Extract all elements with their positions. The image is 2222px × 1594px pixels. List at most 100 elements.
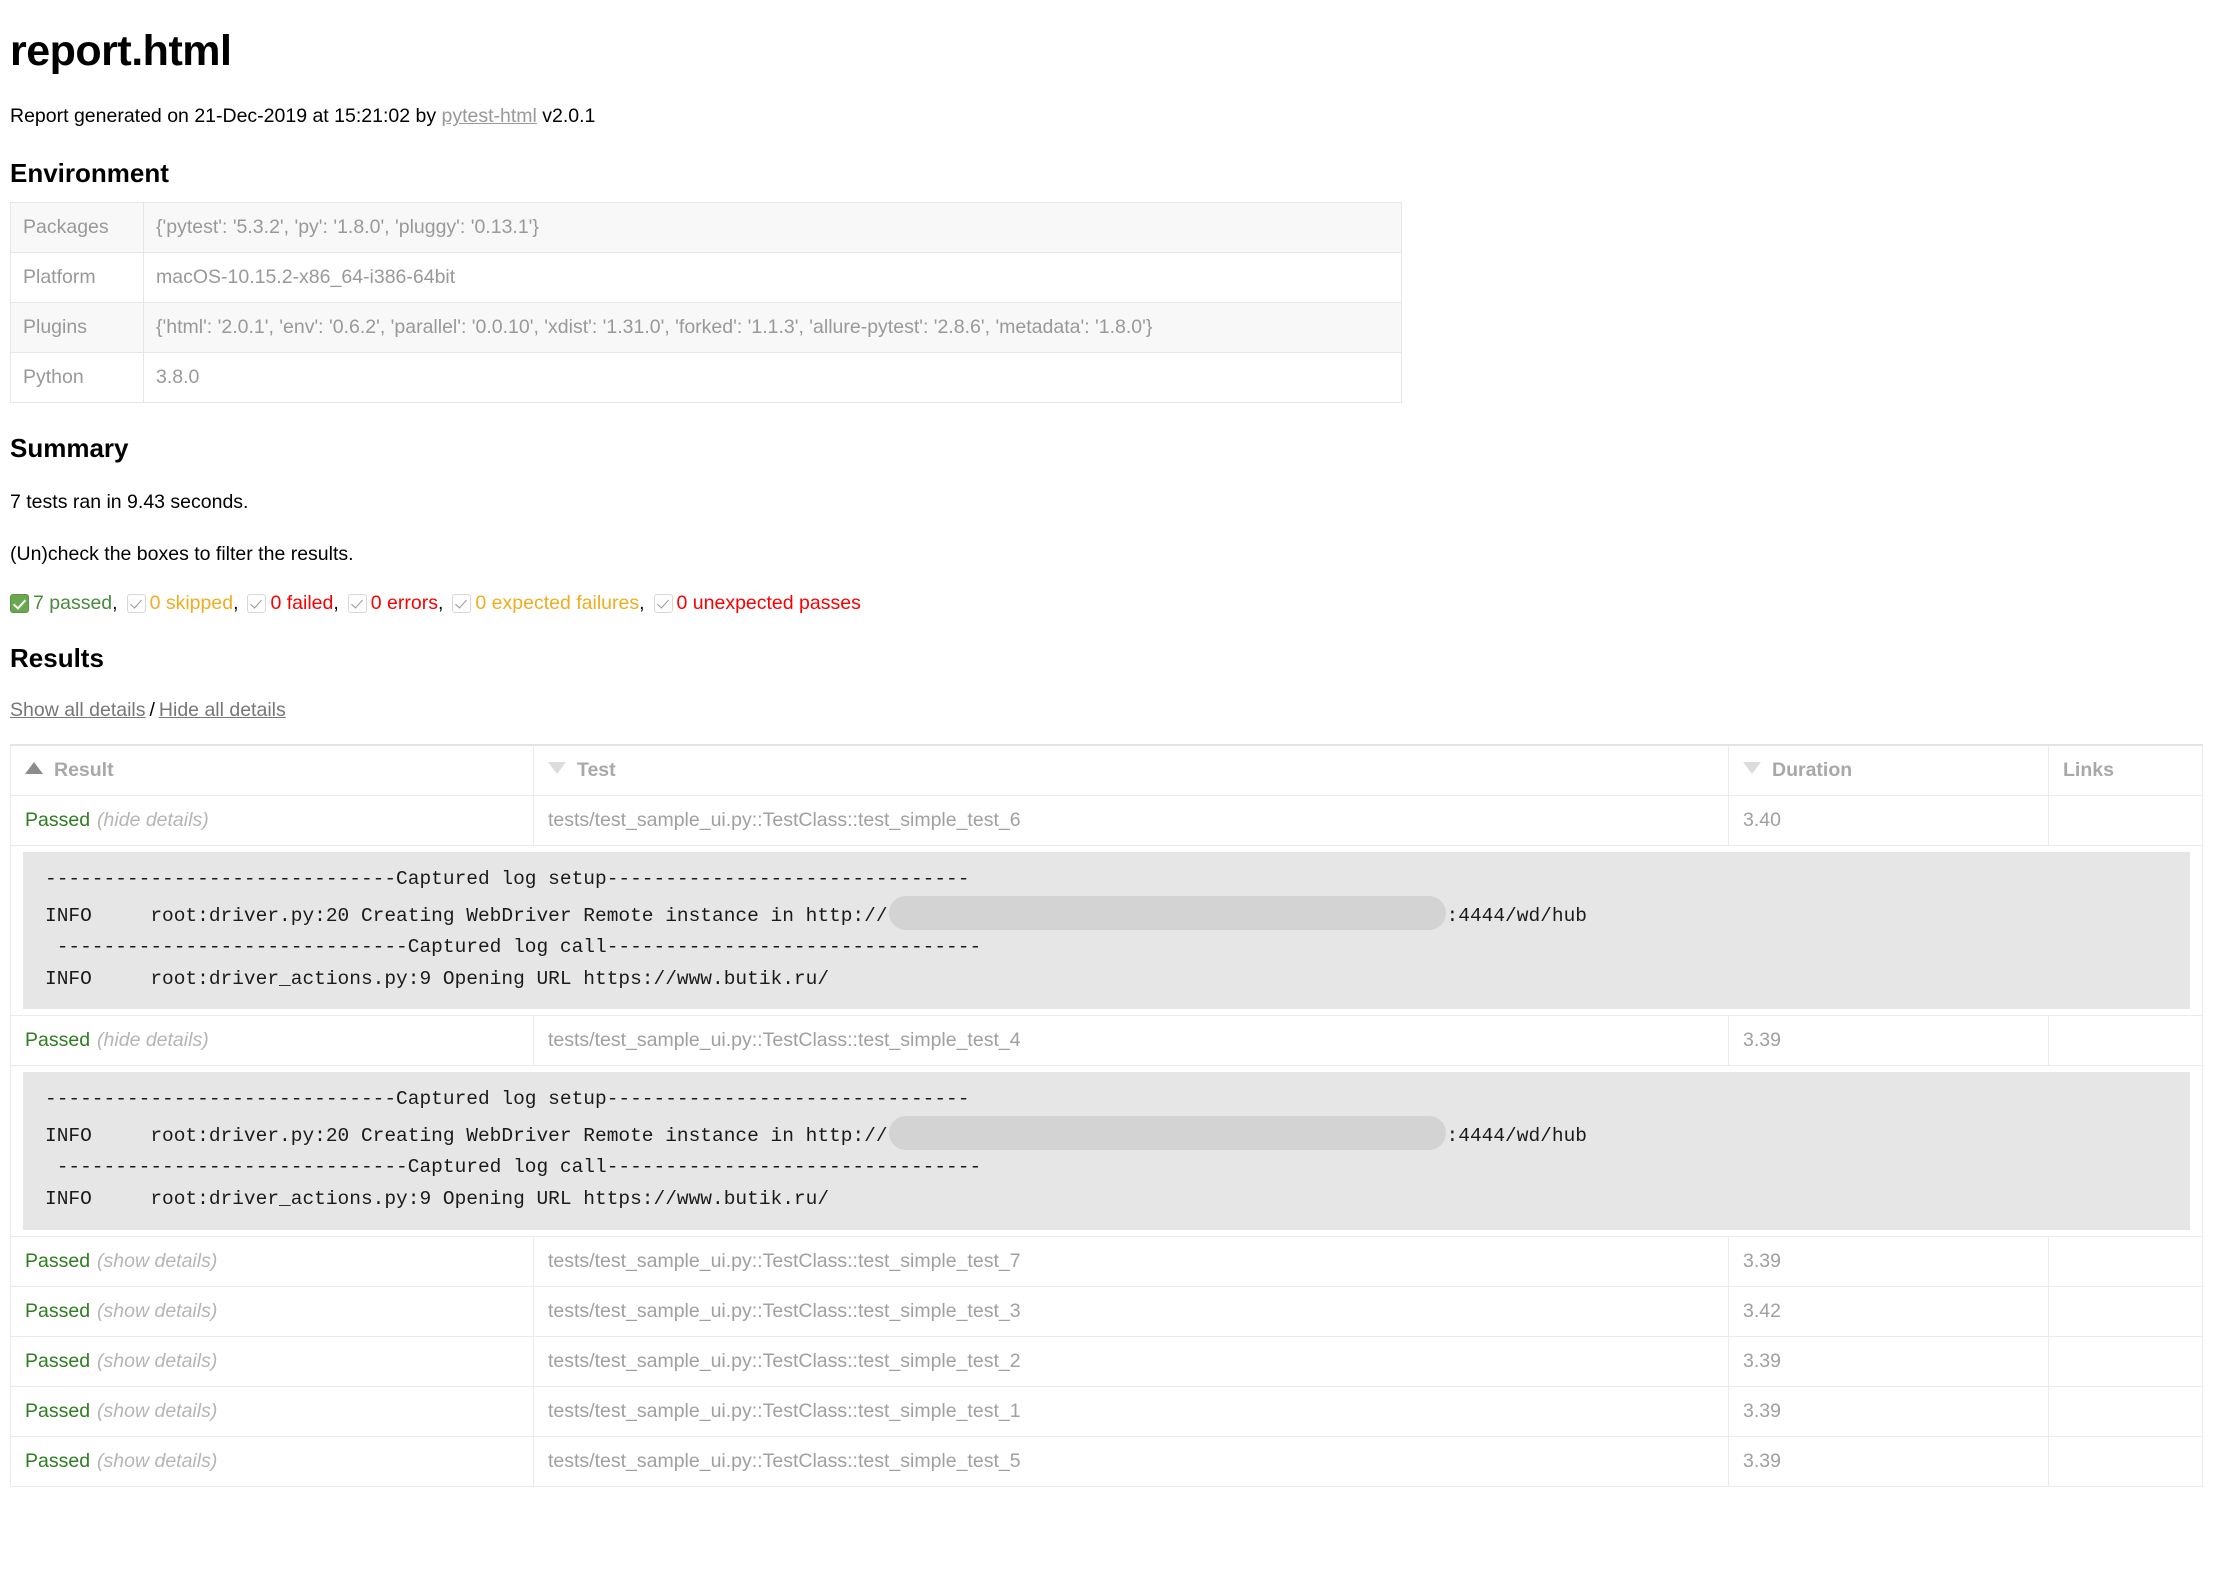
links-cell (2048, 1335, 2203, 1387)
toggle-details-link[interactable]: (show details) (97, 1300, 217, 1322)
duration-cell: 3.39 (1728, 1385, 2049, 1437)
duration-cell: 3.39 (1728, 1235, 2049, 1287)
results-table: Result Test Duration Links Passed (hide d… (10, 744, 2203, 1487)
filter-unexpected-passes-label: 0 unexpected passes (676, 591, 861, 614)
test-name-cell: tests/test_sample_ui.py::TestClass::test… (533, 1335, 1729, 1387)
log-setup-line: INFO root:driver.py:20 Creating WebDrive… (23, 1115, 2190, 1153)
generated-timestamp: 21-Dec-2019 at 15:21:02 (194, 105, 411, 128)
environment-table: Packages {'pytest': '5.3.2', 'py': '1.8.… (10, 202, 1402, 404)
page-title: report.html (10, 27, 232, 75)
test-name-cell: tests/test_sample_ui.py::TestClass::test… (533, 1235, 1729, 1287)
filter-passed[interactable]: 7 passed (10, 591, 113, 614)
filter-skipped-label: 0 skipped (149, 591, 234, 614)
filter-separator: , (639, 591, 645, 614)
log-call-line: INFO root:driver_actions.py:9 Opening UR… (45, 1187, 830, 1210)
duration-cell: 3.39 (1728, 1015, 2049, 1067)
sort-descending-icon (1743, 762, 1761, 775)
environment-key: Python (10, 352, 144, 404)
test-name-cell: tests/test_sample_ui.py::TestClass::test… (533, 1285, 1729, 1337)
result-cell: Passed (show details) (10, 1235, 534, 1287)
checkbox-failed-icon[interactable] (247, 594, 267, 614)
hide-all-details-link[interactable]: Hide all details (159, 699, 286, 721)
checkbox-expected-failures-icon[interactable] (452, 594, 472, 614)
column-header-result[interactable]: Result (10, 744, 534, 796)
table-row: Passed (hide details) tests/test_sample_u… (10, 1015, 2203, 1067)
result-cell: Passed (hide details) (10, 1015, 534, 1067)
column-header-test[interactable]: Test (533, 744, 1729, 796)
filter-skipped[interactable]: 0 skipped (126, 591, 234, 614)
log-call-line: INFO root:driver_actions.py:9 Opening UR… (45, 967, 830, 990)
log-setup-banner: ------------------------------Captured l… (45, 867, 970, 890)
table-row: Passed (hide details) tests/test_sample_u… (10, 794, 2203, 846)
test-name-cell: tests/test_sample_ui.py::TestClass::test… (533, 794, 1729, 846)
toggle-details-link[interactable]: (hide details) (97, 809, 209, 831)
filter-expected-failures[interactable]: 0 expected failures (452, 591, 640, 614)
result-cell: Passed (show details) (10, 1435, 534, 1487)
environment-key: Platform (10, 252, 144, 304)
result-status: Passed (25, 1349, 91, 1372)
checkbox-unexpected-passes-icon[interactable] (653, 594, 673, 614)
environment-value: {'html': '2.0.1', 'env': '0.6.2', 'paral… (143, 302, 1402, 354)
checkbox-passed-icon[interactable] (10, 594, 29, 614)
test-name-cell: tests/test_sample_ui.py::TestClass::test… (533, 1015, 1729, 1067)
log-detail-row: ------------------------------Captured l… (10, 1065, 2203, 1237)
generated-prefix: Report generated on (10, 105, 195, 128)
result-cell: Passed (show details) (10, 1335, 534, 1387)
toggle-details-link[interactable]: (show details) (97, 1450, 217, 1472)
captured-log-box: ------------------------------Captured l… (23, 1072, 2190, 1230)
links-cell (2048, 1015, 2203, 1067)
table-row: Passed (show details) tests/test_sample_u… (10, 1385, 2203, 1437)
filter-failed-label: 0 failed (270, 591, 334, 614)
toggle-details-link[interactable]: (show details) (97, 1400, 217, 1422)
environment-heading: Environment (10, 158, 169, 189)
table-row: Passed (show details) tests/test_sample_u… (10, 1335, 2203, 1387)
column-header-links[interactable]: Links (2048, 744, 2203, 796)
filter-unexpected-passes[interactable]: 0 unexpected passes (653, 591, 861, 614)
show-all-details-link[interactable]: Show all details (10, 699, 146, 721)
filter-errors-label: 0 errors (370, 591, 438, 614)
environment-key: Packages (10, 202, 144, 254)
results-table-body: Passed (hide details) tests/test_sample_u… (10, 794, 2203, 1487)
log-call-banner: ------------------------------Captured l… (45, 936, 982, 959)
column-header-duration[interactable]: Duration (1728, 744, 2049, 796)
log-setup-prefix: INFO root:driver.py:20 Creating WebDrive… (45, 1124, 888, 1147)
result-status: Passed (25, 1399, 91, 1422)
result-cell: Passed (show details) (10, 1285, 534, 1337)
filter-failed[interactable]: 0 failed (247, 591, 334, 614)
detail-toggle-links: Show all details / Hide all details (10, 699, 2202, 722)
toggle-details-link[interactable]: (show details) (97, 1350, 217, 1372)
table-row: Packages {'pytest': '5.3.2', 'py': '1.8.… (10, 202, 1402, 254)
toggle-details-link[interactable]: (show details) (97, 1250, 217, 1272)
filter-errors[interactable]: 0 errors (347, 591, 438, 614)
captured-log-box: ------------------------------Captured l… (23, 851, 2190, 1010)
column-header-duration-label: Duration (1772, 759, 1853, 782)
log-setup-suffix: :4444/wd/hub (1446, 904, 1587, 927)
filter-passed-label: 7 passed (33, 591, 113, 614)
log-setup-line: INFO root:driver.py:20 Creating WebDrive… (23, 895, 2190, 933)
log-detail-cell: ------------------------------Captured l… (10, 1065, 2203, 1237)
log-setup-suffix: :4444/wd/hub (1446, 1124, 1587, 1147)
table-row: Platform macOS-10.15.2-x86_64-i386-64bit (10, 252, 1402, 304)
results-header-row: Result Test Duration Links (10, 744, 2203, 796)
filter-expected-failures-label: 0 expected failures (475, 591, 640, 614)
pytest-html-link[interactable]: pytest-html (442, 105, 537, 127)
environment-value: macOS-10.15.2-x86_64-i386-64bit (143, 252, 1402, 304)
test-name-cell: tests/test_sample_ui.py::TestClass::test… (533, 1385, 1729, 1437)
result-status: Passed (25, 1299, 91, 1322)
log-setup-banner: ------------------------------Captured l… (45, 1088, 970, 1111)
environment-value: 3.8.0 (143, 352, 1402, 404)
column-header-links-label: Links (2063, 759, 2114, 782)
table-row: Passed (show details) tests/test_sample_u… (10, 1235, 2203, 1287)
checkbox-errors-icon[interactable] (347, 594, 367, 614)
toggle-details-link[interactable]: (hide details) (97, 1029, 209, 1051)
log-detail-cell: ------------------------------Captured l… (10, 845, 2203, 1016)
checkbox-skipped-icon[interactable] (126, 594, 146, 614)
sort-descending-icon (548, 762, 566, 775)
table-row: Passed (show details) tests/test_sample_u… (10, 1285, 2203, 1337)
results-heading: Results (10, 643, 104, 674)
report-page: report.html Report generated on 21-Dec-2… (0, 0, 2222, 1507)
links-cell (2048, 1235, 2203, 1287)
links-cell (2048, 1435, 2203, 1487)
filter-separator: , (437, 591, 444, 614)
links-cell (2048, 1285, 2203, 1337)
